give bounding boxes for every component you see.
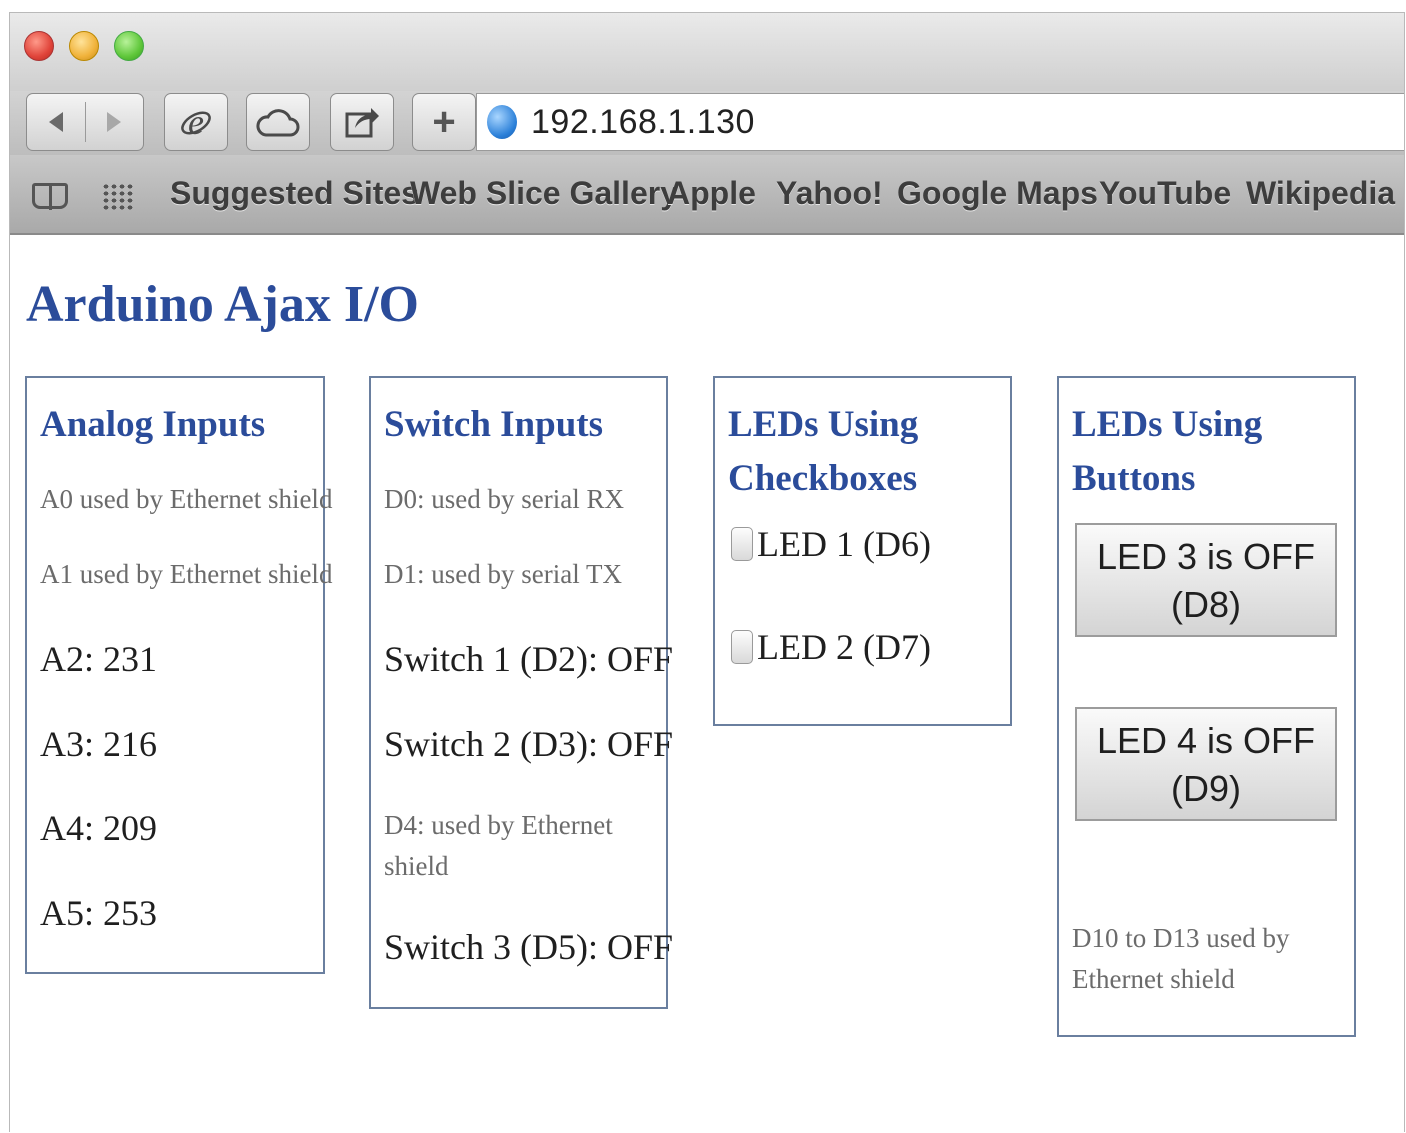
forward-button[interactable] [85, 94, 143, 150]
back-arrow-icon [48, 112, 63, 132]
analog-a5-value: A5: 253 [40, 893, 157, 933]
new-tab-button[interactable]: + [412, 93, 476, 151]
back-button[interactable] [27, 94, 85, 150]
title-bar [10, 13, 1404, 91]
cloud-icon [256, 109, 300, 137]
led-3-button[interactable]: LED 3 is OFF (D8) [1075, 523, 1337, 637]
bookmark-suggested-sites[interactable]: Suggested Sites [170, 175, 419, 212]
svg-text:e: e [188, 103, 204, 141]
switch-d4-text: D4: used by Ethernet shield [384, 810, 613, 881]
url-text[interactable]: 192.168.1.130 [531, 103, 755, 142]
zoom-window-button[interactable] [114, 31, 144, 61]
bookmark-wikipedia[interactable]: Wikipedia [1246, 175, 1395, 212]
forward-arrow-icon [107, 112, 122, 132]
share-button[interactable] [330, 93, 394, 151]
page-content: Arduino Ajax I/O Analog Inputs A0 used b… [10, 235, 1404, 1132]
page-title: Arduino Ajax I/O [26, 276, 419, 333]
internet-explorer-icon: e [181, 103, 211, 141]
led-checkboxes-heading: LEDs Using Checkboxes [728, 404, 919, 499]
led-1-checkbox[interactable] [731, 527, 753, 561]
analog-inputs-panel: Analog Inputs A0 used by Ethernet shield… [25, 376, 332, 974]
toolbar: e + 192.168.1.130 [10, 91, 1404, 155]
analog-a0-text: A0 used by Ethernet shield [40, 484, 333, 514]
led-checkboxes-panel: LEDs Using Checkboxes LED 1 (D6) LED 2 (… [713, 376, 1012, 726]
bookmark-google-maps[interactable]: Google Maps [897, 175, 1098, 212]
bookmarks-bar: Suggested Sites Web Slice Gallery Apple … [10, 155, 1404, 235]
reading-list-icon[interactable] [32, 183, 68, 210]
minimize-window-button[interactable] [69, 31, 99, 61]
switch-inputs-panel: Switch Inputs D0: used by serial RX D1: … [369, 376, 673, 1009]
analog-a3-value: A3: 216 [40, 724, 157, 764]
switch-3-status: Switch 3 (D5): OFF [384, 927, 674, 967]
led-2-checkbox-row[interactable]: LED 2 (D7) [731, 626, 931, 668]
ethernet-pins-note: D10 to D13 used by Ethernet shield [1072, 923, 1290, 994]
led-1-checkbox-row[interactable]: LED 1 (D6) [731, 523, 931, 565]
close-window-button[interactable] [24, 31, 54, 61]
analog-inputs-heading: Analog Inputs [40, 404, 266, 445]
switch-d0-text: D0: used by serial RX [384, 484, 624, 514]
led-4-button[interactable]: LED 4 is OFF (D9) [1075, 707, 1337, 821]
led-2-label[interactable]: LED 2 (D7) [757, 626, 931, 668]
analog-a4-value: A4: 209 [40, 808, 157, 848]
ie-tab-button[interactable]: e [164, 93, 228, 151]
top-sites-icon[interactable] [102, 183, 134, 211]
led-buttons-panel: LEDs Using Buttons LED 3 is OFF (D8) LED… [1057, 376, 1356, 1037]
share-icon [345, 108, 379, 138]
globe-icon [487, 105, 517, 139]
bookmark-yahoo[interactable]: Yahoo! [776, 175, 883, 212]
address-bar[interactable]: 192.168.1.130 [476, 93, 1404, 151]
browser-window: e + 192.168.1.130 Suggested Sites Web Sl… [9, 12, 1405, 1132]
analog-a2-value: A2: 231 [40, 639, 157, 679]
switch-2-status: Switch 2 (D3): OFF [384, 724, 674, 764]
switch-inputs-heading: Switch Inputs [384, 404, 604, 445]
led-2-checkbox[interactable] [731, 630, 753, 664]
icloud-button[interactable] [246, 93, 310, 151]
led-1-label[interactable]: LED 1 (D6) [757, 523, 931, 565]
bookmark-web-slice-gallery[interactable]: Web Slice Gallery [410, 175, 678, 212]
analog-a1-text: A1 used by Ethernet shield [40, 559, 333, 589]
nav-button-group [26, 93, 144, 151]
bookmark-youtube[interactable]: YouTube [1099, 175, 1231, 212]
plus-icon: + [432, 99, 456, 144]
led-buttons-heading: LEDs Using Buttons [1072, 404, 1263, 499]
bookmark-apple[interactable]: Apple [667, 175, 756, 212]
switch-d1-text: D1: used by serial TX [384, 559, 622, 589]
switch-1-status: Switch 1 (D2): OFF [384, 639, 674, 679]
